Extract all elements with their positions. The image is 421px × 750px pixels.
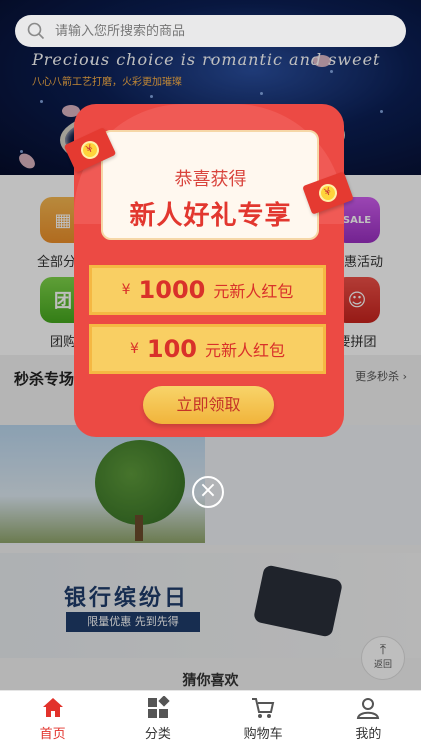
nav-label: 我的 [355, 727, 382, 742]
search-bar[interactable] [15, 15, 406, 47]
nav-label: 购物车 [243, 727, 283, 742]
category-icon [147, 696, 170, 718]
coin-icon: ¥ [78, 138, 102, 162]
coupon-text: 元新人红包 [213, 282, 294, 301]
coupon-amount: 1000 [138, 276, 206, 304]
nav-item-home[interactable]: 首页 [0, 691, 105, 750]
nav-item-category[interactable]: 分类 [105, 691, 210, 750]
coupon-100: ¥ 100 元新人红包 [89, 324, 326, 374]
close-icon: × [198, 478, 218, 503]
coupon-amount: 100 [146, 335, 197, 363]
nav-label: 分类 [144, 727, 171, 742]
nav-item-cart[interactable]: 购物车 [211, 691, 316, 750]
claim-button[interactable]: 立即领取 [143, 386, 274, 424]
cart-icon [252, 698, 275, 718]
popup-subtitle: 恭喜获得 [174, 169, 247, 190]
bottom-nav: 首页 分类 购物车 我的 [0, 690, 421, 750]
search-icon [27, 22, 45, 40]
search-input[interactable] [55, 23, 375, 39]
coupon-1000: ¥ 1000 元新人红包 [89, 265, 326, 315]
home-icon [42, 698, 63, 717]
nav-label: 首页 [39, 727, 66, 742]
user-icon [357, 698, 380, 719]
nav-item-profile[interactable]: 我的 [316, 691, 421, 750]
coupon-currency: ¥ [129, 341, 139, 357]
coin-icon: ¥ [316, 181, 340, 205]
popup-title: 新人好礼专享 [129, 201, 292, 231]
coupon-currency: ¥ [121, 282, 131, 298]
coupon-text: 元新人红包 [205, 341, 286, 360]
app-page: Precious choice is romantic and sweet 八心… [0, 0, 421, 750]
close-popup-button[interactable]: × [192, 476, 224, 508]
